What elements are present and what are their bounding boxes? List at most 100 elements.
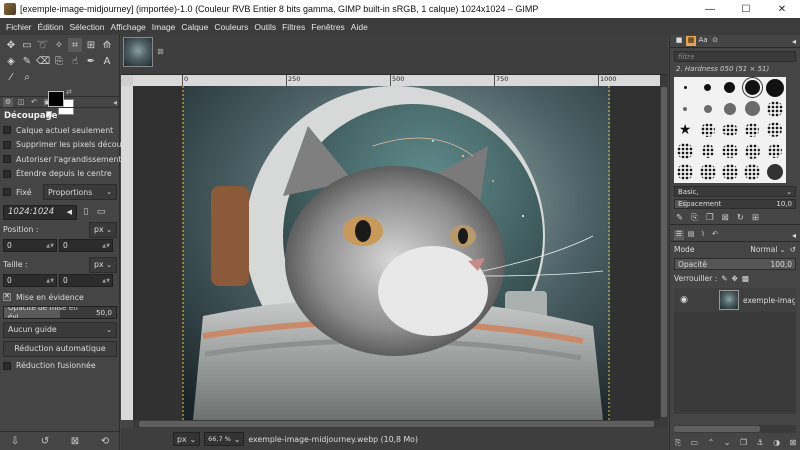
reset-options-icon[interactable]: ⟲ [101,436,109,447]
undo-history-tab-icon[interactable]: ↶ [29,98,39,107]
paintbrush-tool-icon[interactable]: ✎ [20,54,34,68]
lasso-tool-icon[interactable]: ➰ [36,38,50,52]
portrait-icon[interactable]: ▯ [80,206,92,218]
crop-tool-icon[interactable]: ⌗ [68,38,82,52]
brush-swatch[interactable] [724,82,736,94]
landscape-icon[interactable]: ▭ [95,206,107,218]
star-brush-icon[interactable]: ★ [679,123,692,137]
delete-cropped-option[interactable]: Supprimer les pixels découpés [3,138,135,153]
brush-swatch[interactable] [683,106,688,111]
menu-image[interactable]: Image [149,22,179,32]
menu-select[interactable]: Sélection [67,22,108,32]
warp-tool-icon[interactable]: ⟰ [100,38,114,52]
minimize-button[interactable]: — [692,0,728,18]
fonts-tab-icon[interactable]: Aa [698,36,708,46]
image-tab-close-icon[interactable]: ⊠ [157,47,164,56]
menu-tools[interactable]: Outils [251,22,279,32]
brush-filter-input[interactable]: filtre [674,51,796,62]
brush-grid[interactable]: ★ [674,77,786,183]
image-canvas[interactable] [133,86,660,420]
raise-layer-icon[interactable]: ⌃ [708,438,715,447]
refresh-brushes-icon[interactable]: ↻ [737,213,744,223]
channels-tab-icon[interactable]: ▤ [686,230,696,240]
brush-swatch[interactable] [721,164,738,181]
position-unit-select[interactable]: px ⌄ [89,221,117,238]
brush-swatch[interactable] [766,164,783,181]
restore-options-icon[interactable]: ↺ [41,436,49,447]
duplicate-brush-icon[interactable]: ❐ [706,213,714,223]
bucket-fill-tool-icon[interactable]: ◈ [4,54,18,68]
text-tool-icon[interactable]: A [100,54,114,68]
document-history-tab-icon[interactable]: ⊙ [710,36,720,46]
brush-swatch[interactable] [677,143,694,160]
close-window-button[interactable]: ✕ [764,0,800,18]
duplicate-layer-icon[interactable]: ❐ [740,438,747,447]
canvas-horizontal-scrollbar[interactable] [133,420,660,428]
smudge-tool-icon[interactable]: ☝ [68,54,82,68]
layers-dock-config-icon[interactable]: ◂ [792,231,796,240]
rect-select-tool-icon[interactable]: ▭ [20,38,34,52]
auto-shrink-button[interactable]: Réduction automatique [3,340,117,357]
expand-center-option[interactable]: Étendre depuis le centre [3,167,117,182]
ratio-input[interactable]: 1024:1024 ◀ [3,204,77,220]
color-picker-tool-icon[interactable]: ⁄ [4,70,18,84]
position-y-input[interactable]: 0 ▲▼ [59,239,113,252]
brush-swatch[interactable] [767,144,782,159]
brush-swatch[interactable] [700,122,715,137]
brush-swatch[interactable] [721,123,738,136]
brush-swatch[interactable] [744,164,761,181]
brush-swatch[interactable] [703,104,712,113]
swap-colors-icon[interactable]: ⇄ [66,88,72,96]
brush-swatch[interactable] [745,122,760,137]
visibility-eye-icon[interactable]: ◉ [677,295,691,305]
brush-swatch[interactable] [723,102,736,115]
menu-layer[interactable]: Calque [178,22,211,32]
menu-help[interactable]: Aide [348,22,371,32]
menu-edit[interactable]: Édition [35,22,67,32]
delete-options-icon[interactable]: ⊠ [71,436,79,447]
guide-select[interactable]: Aucun guide ⌄ [3,321,117,338]
zoom-select[interactable]: 66,7 % ⌄ [204,432,245,446]
foreground-color[interactable] [48,91,64,107]
layer-opacity-slider[interactable]: Opacité 100,0 [674,258,796,270]
open-brush-icon[interactable]: ⊞ [752,213,759,223]
layers-tab-icon[interactable]: ☰ [674,230,684,240]
brushes-tab-icon[interactable]: ■ [674,36,684,46]
anchor-layer-icon[interactable]: ⚓ [756,438,763,447]
unified-transform-tool-icon[interactable]: ⊞ [84,38,98,52]
size-h-input[interactable]: 0 ▲▼ [59,274,113,287]
brush-swatch[interactable] [744,101,760,117]
fuzzy-select-tool-icon[interactable]: ✧ [52,38,66,52]
position-x-input[interactable]: 0 ▲▼ [3,239,57,252]
brush-swatch[interactable] [701,144,714,159]
device-status-tab-icon[interactable]: ◫ [16,98,26,107]
menu-windows[interactable]: Fenêtres [308,22,348,32]
allow-growing-option[interactable]: Autoriser l'agrandissement [3,152,121,167]
path-tool-icon[interactable]: ✒ [84,54,98,68]
layer-mode-select[interactable]: Normal ⌄ [750,245,785,254]
image-tab-thumbnail[interactable] [123,37,153,67]
new-layer-icon[interactable]: ⎘ [675,438,681,448]
dock-config-icon[interactable]: ◂ [113,98,117,107]
brush-spacing-slider[interactable]: Espacement 10,0 [674,199,796,209]
lower-layer-icon[interactable]: ⌄ [724,438,731,447]
current-layer-only-option[interactable]: Calque actuel seulement [3,123,117,138]
layer-row[interactable]: ◉ exemple-image-m [674,288,796,312]
lock-position-icon[interactable]: ✥ [732,274,738,283]
eraser-tool-icon[interactable]: ⌫ [36,54,50,68]
brush-swatch-selected[interactable] [741,77,763,99]
brush-swatch[interactable] [766,100,783,117]
brush-swatch[interactable] [721,144,738,159]
tool-options-tab-icon[interactable]: ⚙ [3,97,13,107]
edit-brush-icon[interactable]: ✎ [676,213,683,223]
brushes-dock-config-icon[interactable]: ◂ [792,37,796,46]
brush-swatch[interactable] [683,86,687,90]
save-options-icon[interactable]: ⇩ [11,436,19,447]
brush-swatch[interactable] [677,164,694,181]
size-unit-select[interactable]: px ⌄ [89,256,117,273]
delete-brush-icon[interactable]: ⊠ [722,213,729,223]
paths-tab-icon[interactable]: ⌇ [698,230,708,240]
highlight-option[interactable]: Mise en évidence [3,290,117,305]
undo-tab-icon[interactable]: ↶ [710,230,720,240]
mode-reset-icon[interactable]: ↺ [790,245,796,254]
